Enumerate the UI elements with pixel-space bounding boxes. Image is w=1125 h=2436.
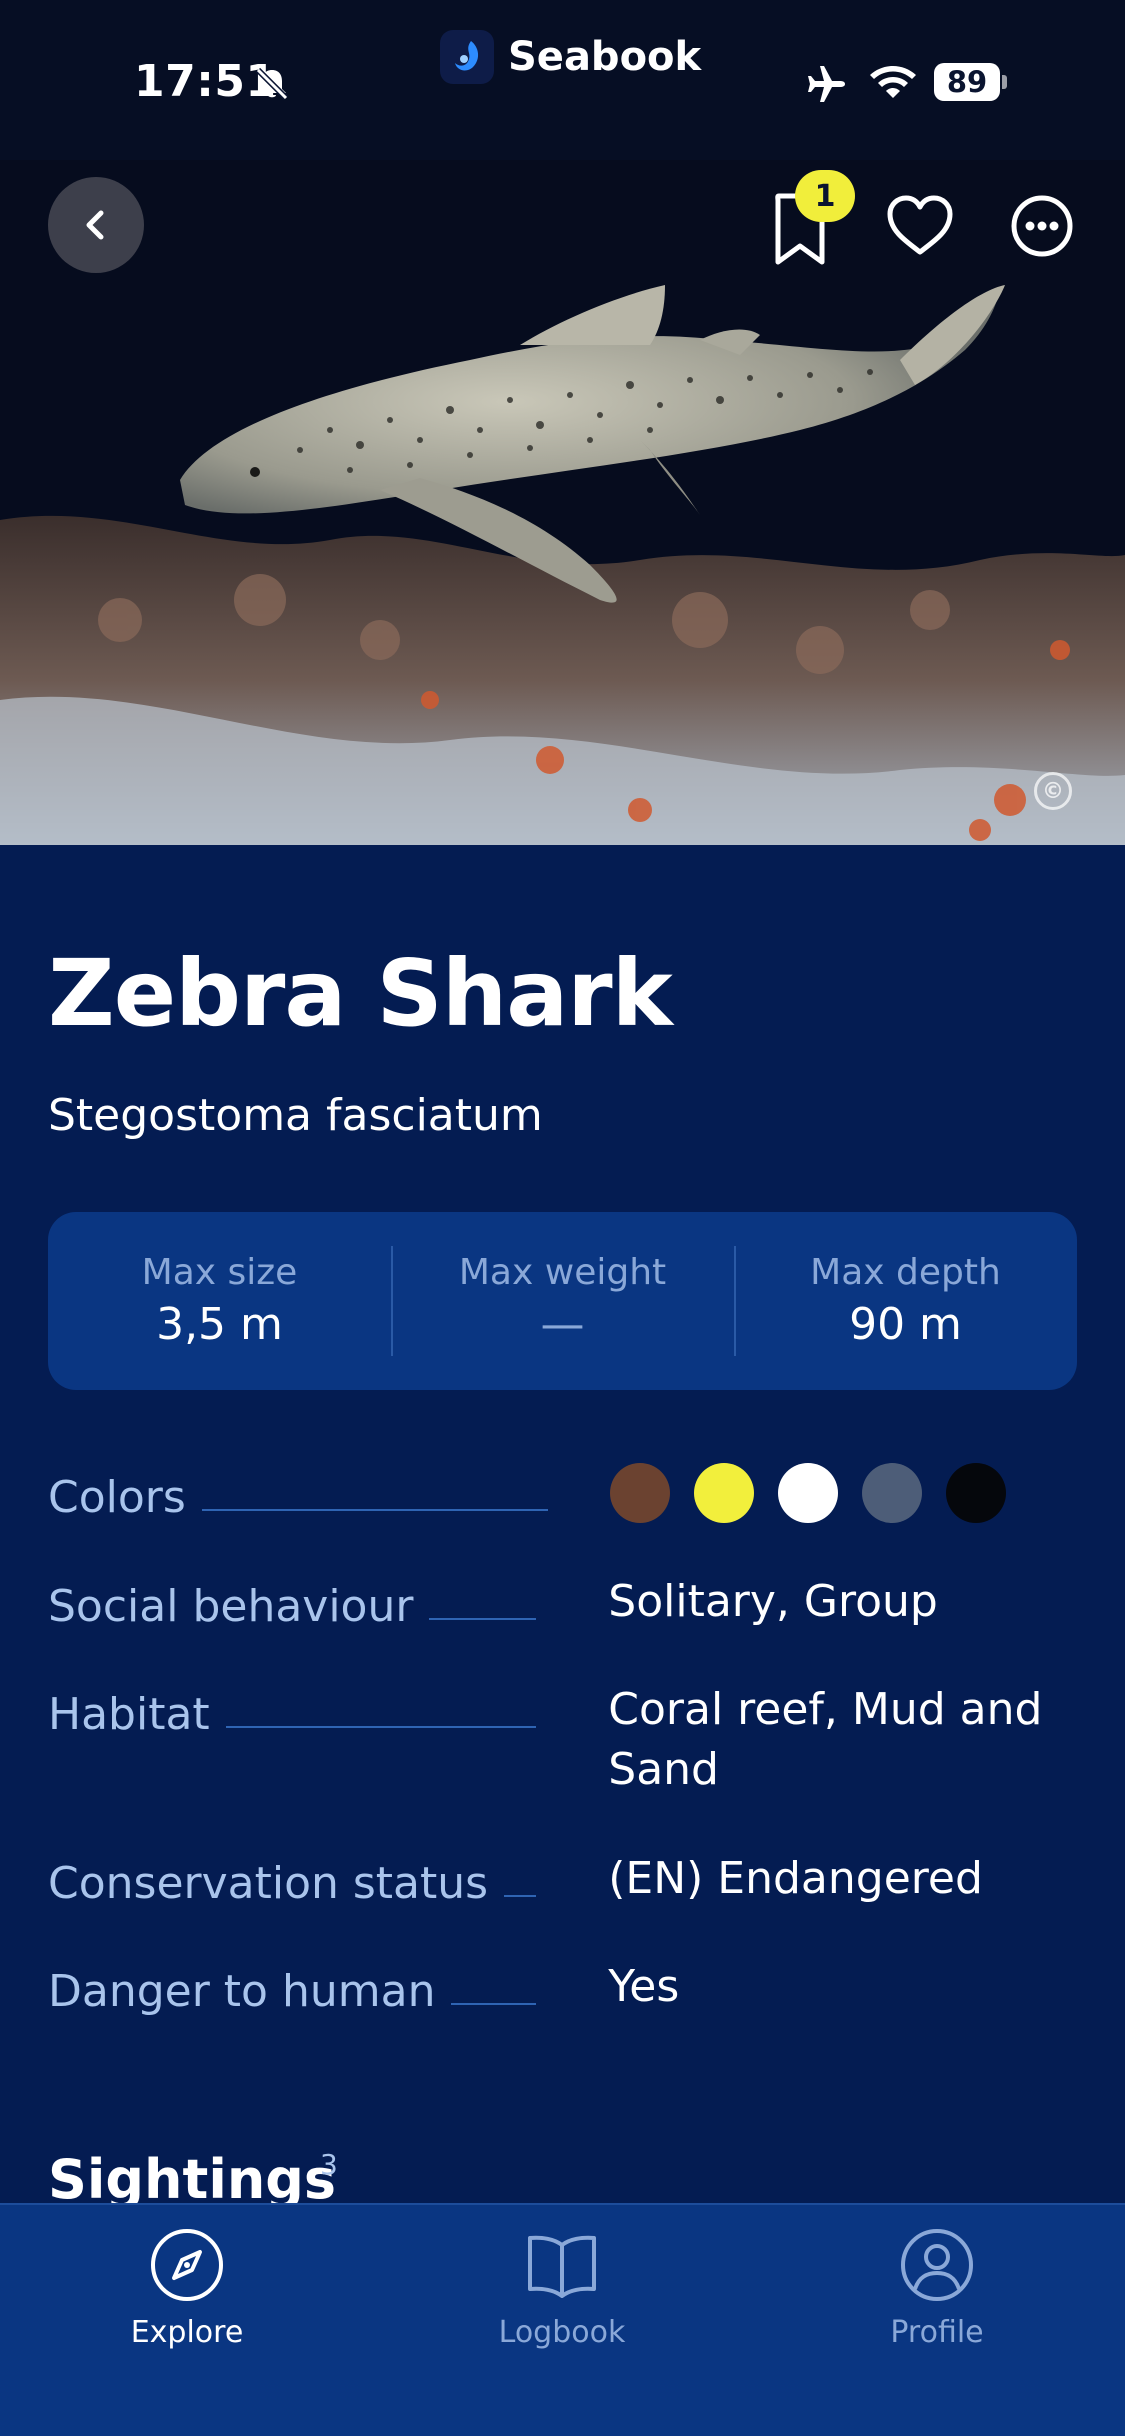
color-swatches <box>610 1463 1030 1523</box>
attribute-label: Colors <box>48 1472 186 1523</box>
stat-value: 90 m <box>849 1299 962 1350</box>
attribute-label: Habitat <box>48 1689 210 1740</box>
attribute-label: Social behaviour <box>48 1581 414 1632</box>
tab-explore[interactable]: Explore <box>62 2225 312 2350</box>
tab-profile[interactable]: Profile <box>812 2225 1062 2350</box>
attribute-conservation-status: Conservation status (EN) Endangered <box>48 1849 1077 1909</box>
tab-label: Profile <box>890 2315 984 2350</box>
battery-level: 89 <box>934 63 1000 101</box>
color-swatch-black <box>946 1463 1006 1523</box>
copyright-icon[interactable]: © <box>1034 772 1072 810</box>
attribute-label: Danger to human <box>48 1966 436 2017</box>
attribute-value: Yes <box>608 1961 680 2012</box>
color-swatch-grey <box>862 1463 922 1523</box>
wifi-icon <box>870 66 916 98</box>
app-badge[interactable]: Seabook <box>440 30 701 84</box>
tab-label: Explore <box>130 2315 244 2350</box>
attribute-habitat: Habitat Coral reef, Mud and Sand <box>48 1680 1077 1800</box>
battery-indicator: 89 <box>934 62 1008 102</box>
airplane-icon <box>808 66 845 102</box>
stat-max-size: Max size 3,5 m <box>48 1212 391 1390</box>
leader-line <box>201 1509 548 1511</box>
tab-label: Logbook <box>498 2315 626 2350</box>
back-button[interactable] <box>48 177 144 273</box>
attribute-social-behaviour: Social behaviour Solitary, Group <box>48 1572 1077 1632</box>
stat-label: Max size <box>141 1252 298 1293</box>
attribute-danger-to-human: Danger to human Yes <box>48 1957 1077 2017</box>
tab-logbook[interactable]: Logbook <box>437 2225 687 2350</box>
stat-value: — <box>540 1299 585 1350</box>
leader-line <box>429 1618 537 1620</box>
more-options-icon[interactable] <box>1006 190 1078 262</box>
attribute-colors: Colors <box>48 1463 1077 1523</box>
compass-icon <box>151 2229 223 2301</box>
heart-icon[interactable] <box>884 190 956 262</box>
species-common-name: Zebra Shark <box>48 940 673 1047</box>
color-swatch-yellow <box>694 1463 754 1523</box>
color-swatch-brown <box>610 1463 670 1523</box>
stats-card: Max size 3,5 m Max weight — Max depth 90… <box>48 1212 1077 1390</box>
attribute-value: Coral reef, Mud and Sand <box>608 1684 1043 1795</box>
sightings-count: 3 <box>320 2148 338 2181</box>
species-latin-name: Stegostoma fasciatum <box>48 1090 543 1141</box>
chevron-left-icon <box>86 210 104 240</box>
stat-max-weight: Max weight — <box>391 1212 734 1390</box>
stat-label: Max depth <box>810 1252 1001 1293</box>
attribute-label: Conservation status <box>48 1858 489 1909</box>
attribute-value: Solitary, Group <box>608 1576 938 1627</box>
seabook-logo-icon <box>440 30 494 84</box>
tab-bar: Explore Logbook Profile <box>0 2203 1125 2436</box>
sightings-heading: Sightings <box>48 2148 337 2211</box>
user-icon <box>901 2229 973 2301</box>
app-name: Seabook <box>508 34 702 80</box>
bell-off-icon <box>255 67 289 101</box>
book-icon <box>528 2235 596 2298</box>
stat-label: Max weight <box>458 1252 667 1293</box>
attribute-value: (EN) Endangered <box>608 1853 983 1904</box>
stat-value: 3,5 m <box>156 1299 283 1350</box>
leader-line <box>225 1726 537 1728</box>
color-swatch-white <box>778 1463 838 1523</box>
leader-line <box>504 1895 537 1897</box>
leader-line <box>451 2003 537 2005</box>
stat-max-depth: Max depth 90 m <box>734 1212 1077 1390</box>
bookmark-count-badge: 1 <box>795 170 855 222</box>
status-bar: 17:51 Seabook 89 <box>0 0 1125 150</box>
